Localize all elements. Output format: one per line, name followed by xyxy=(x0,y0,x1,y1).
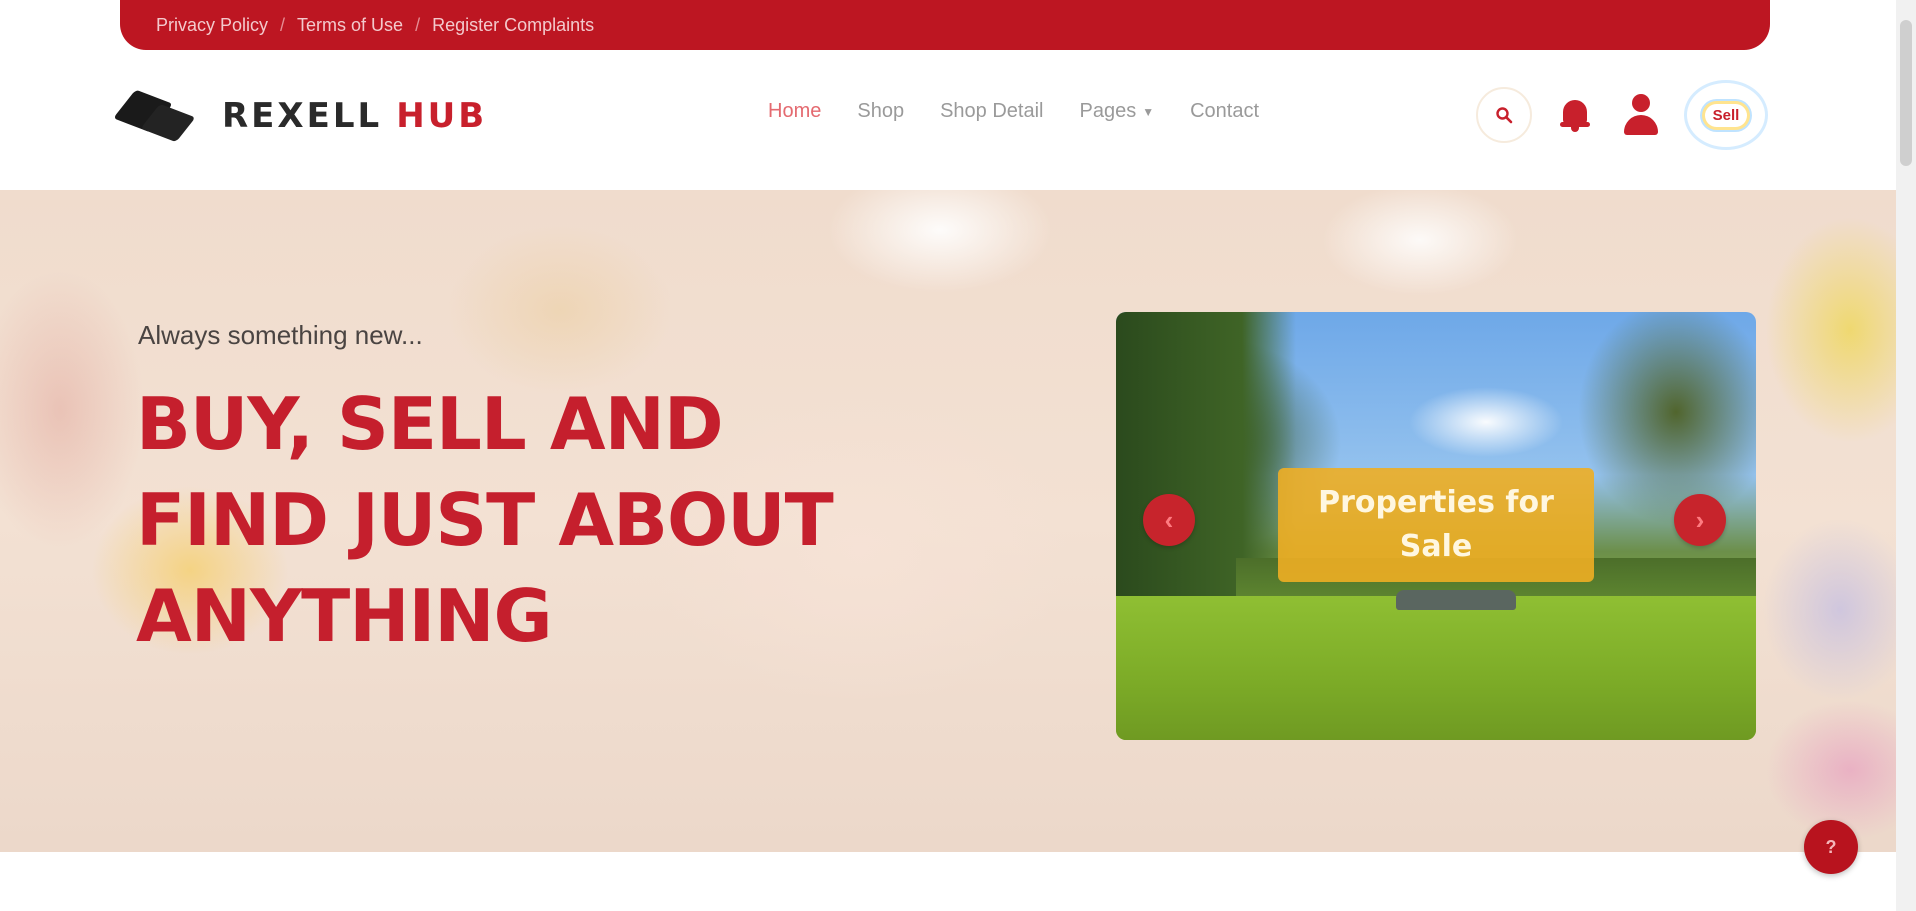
logo-mark-icon xyxy=(113,88,196,144)
slider-prev-button[interactable]: ‹ xyxy=(1143,494,1195,546)
slide-caption[interactable]: Properties for Sale xyxy=(1278,468,1594,582)
sell-button[interactable]: Sell xyxy=(1684,80,1768,150)
headline-line: BUY, SELL AND xyxy=(136,382,724,466)
nav-item-home[interactable]: Home xyxy=(768,100,821,123)
page-scrollbar[interactable] xyxy=(1896,0,1916,911)
privacy-policy-link[interactable]: Privacy Policy xyxy=(156,15,268,36)
scrollbar-thumb[interactable] xyxy=(1900,20,1912,166)
slider-next-button[interactable]: › xyxy=(1674,494,1726,546)
chevron-down-icon: ▼ xyxy=(1142,104,1155,119)
category-slider[interactable]: Properties for Sale ‹ › xyxy=(1116,312,1756,740)
user-icon xyxy=(1622,94,1660,136)
top-bar: Privacy Policy / Terms of Use / Register… xyxy=(120,0,1770,50)
hero-tagline: Always something new... xyxy=(138,320,423,350)
logo-text: REXELL HUB xyxy=(222,96,487,136)
terms-of-use-link[interactable]: Terms of Use xyxy=(297,15,403,36)
bell-icon xyxy=(1560,98,1590,132)
headline-line: ANYTHING xyxy=(136,574,553,658)
separator: / xyxy=(415,14,421,35)
nav-item-shop-detail[interactable]: Shop Detail xyxy=(940,100,1043,123)
main-nav: Home Shop Shop Detail Pages ▼ Contact xyxy=(768,100,1259,123)
logo-suffix: HUB xyxy=(396,96,488,136)
chat-help-button[interactable]: ? xyxy=(1804,820,1858,874)
hero-headline: BUY, SELL AND FIND JUST ABOUT ANYTHING xyxy=(136,376,896,664)
search-icon xyxy=(1496,107,1513,124)
site-header: REXELL HUB Home Shop Shop Detail Pages ▼ … xyxy=(0,60,1896,190)
page: Privacy Policy / Terms of Use / Register… xyxy=(0,0,1916,911)
search-button[interactable] xyxy=(1476,87,1532,143)
header-actions: Sell xyxy=(1476,80,1768,150)
logo-brand: REXELL xyxy=(222,96,383,136)
nav-item-contact[interactable]: Contact xyxy=(1190,100,1259,123)
nav-item-pages-label: Pages xyxy=(1079,100,1137,122)
nav-item-pages[interactable]: Pages ▼ xyxy=(1079,100,1154,123)
logo[interactable]: REXELL HUB xyxy=(113,88,538,144)
separator: / xyxy=(280,14,286,35)
headline-line: FIND JUST ABOUT xyxy=(136,478,834,562)
account-button[interactable] xyxy=(1618,87,1664,143)
nav-item-shop[interactable]: Shop xyxy=(857,100,904,123)
hero-section: Always something new... BUY, SELL AND FI… xyxy=(0,190,1896,852)
sell-button-label: Sell xyxy=(1704,103,1748,127)
register-complaints-link[interactable]: Register Complaints xyxy=(432,15,594,36)
notifications-button[interactable] xyxy=(1552,87,1598,143)
